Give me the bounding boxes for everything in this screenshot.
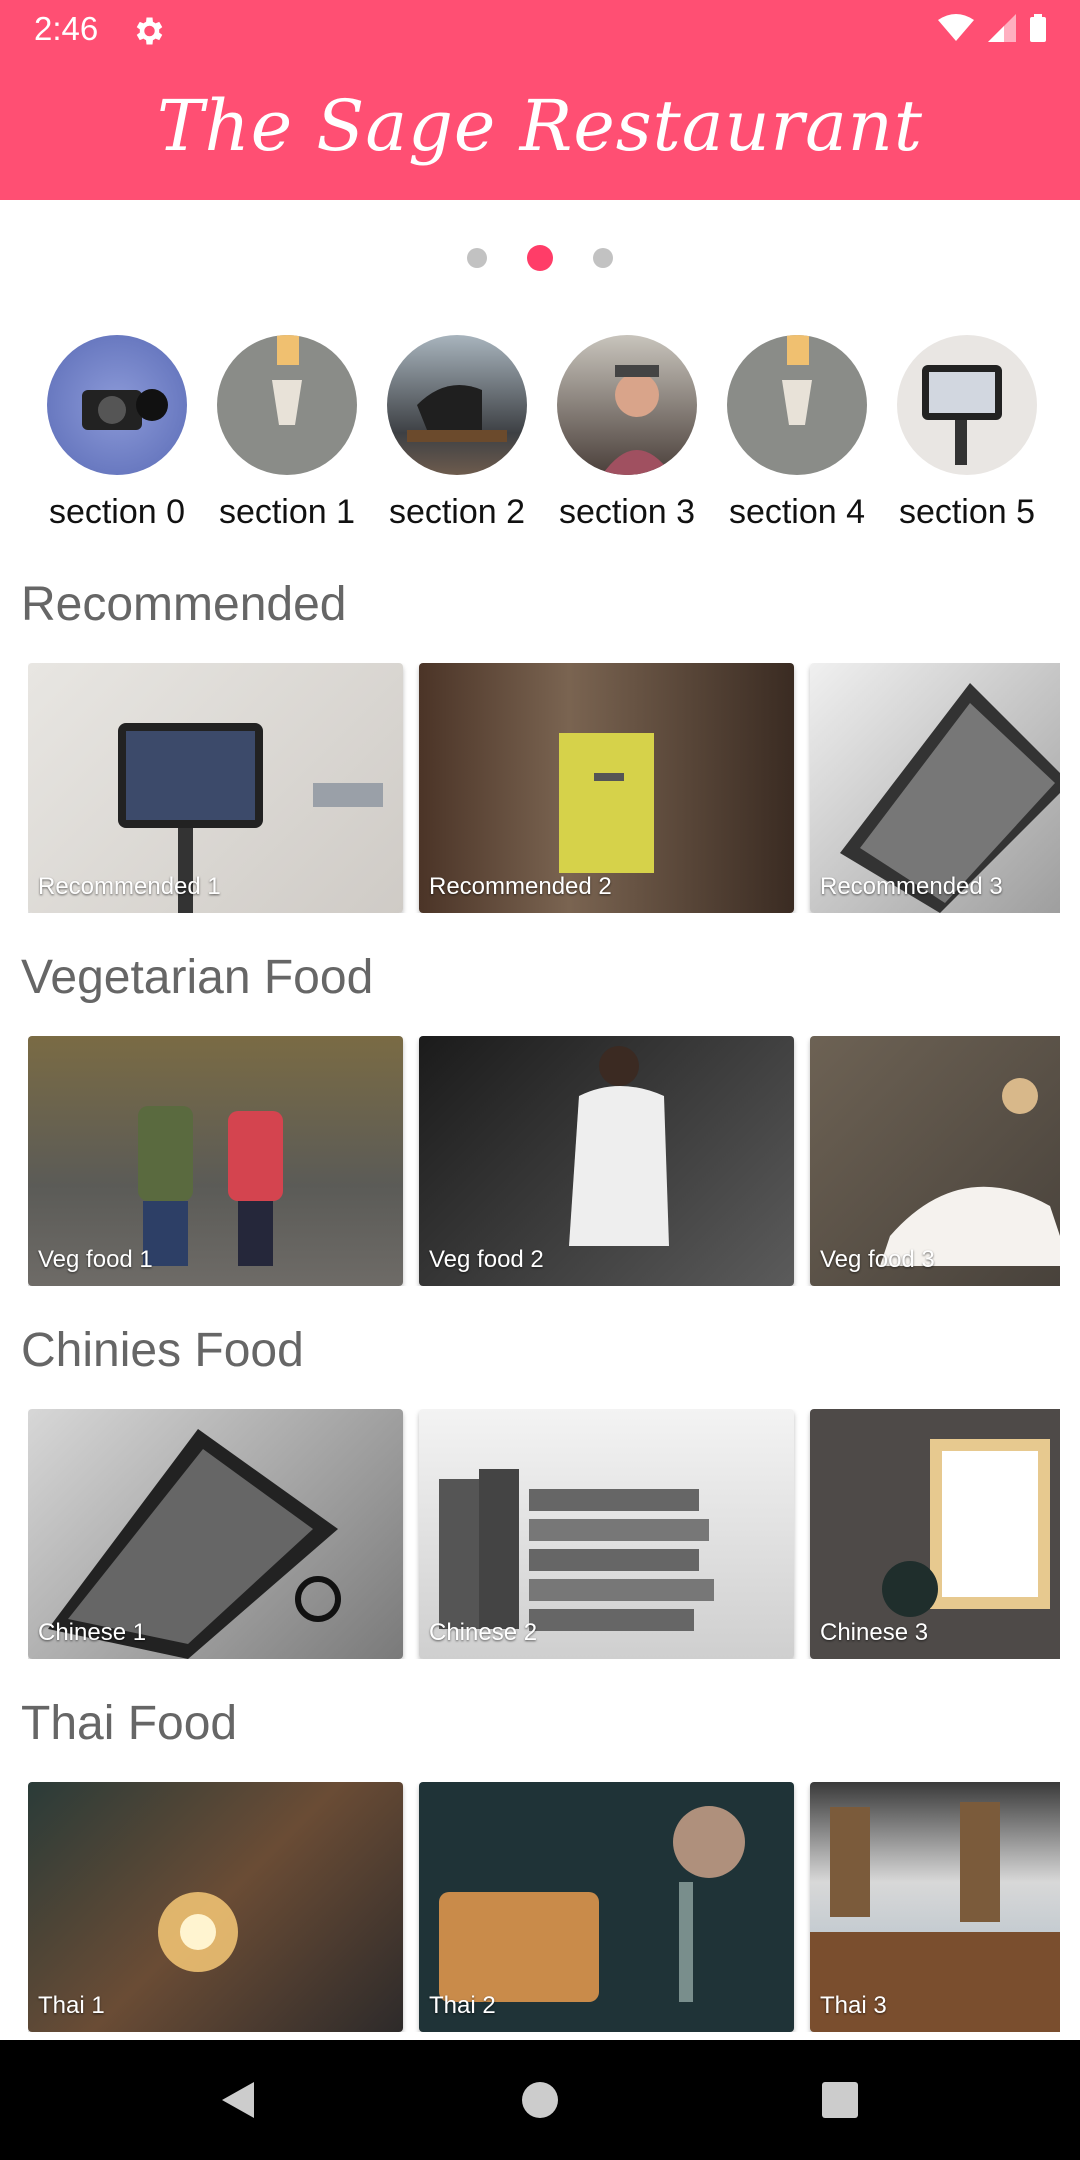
gear-icon xyxy=(136,17,163,45)
app-title: The Sage Restaurant xyxy=(156,85,924,167)
sections-row[interactable]: section 0 section 1 section 2 section 3 … xyxy=(32,335,1080,545)
section-avatar xyxy=(387,335,527,475)
section-label: section 0 xyxy=(48,493,186,531)
card-caption: Veg food 2 xyxy=(429,1246,544,1273)
food-card[interactable]: Chinese 3 xyxy=(810,1409,1060,1659)
section-item[interactable]: section 2 xyxy=(372,335,542,532)
category-title: Recommended xyxy=(21,578,347,631)
card-caption: Recommended 2 xyxy=(429,873,612,900)
card-row[interactable]: Veg food 1 Veg food 2 Veg food 3 xyxy=(28,1036,1060,1286)
section-item[interactable]: section 0 xyxy=(32,335,202,532)
food-card[interactable]: Recommended 3 xyxy=(810,663,1060,913)
food-card[interactable]: Recommended 1 xyxy=(28,663,403,913)
carousel-dot[interactable] xyxy=(593,248,613,268)
food-card[interactable]: Thai 3 xyxy=(810,1782,1060,2032)
section-avatar xyxy=(557,335,697,475)
carousel-dot[interactable] xyxy=(467,248,487,268)
wifi-icon xyxy=(938,14,974,41)
status-time: 2:46 xyxy=(34,10,99,47)
navigation-bar xyxy=(0,2040,1080,2160)
card-caption: Recommended 3 xyxy=(820,873,1003,900)
section-item[interactable]: section 3 xyxy=(542,335,712,532)
card-caption: Thai 1 xyxy=(38,1992,105,2019)
food-card[interactable]: Recommended 2 xyxy=(419,663,794,913)
food-card[interactable]: Veg food 1 xyxy=(28,1036,403,1286)
section-label: section 5 xyxy=(898,493,1036,531)
category-title: Thai Food xyxy=(21,1697,238,1750)
food-card[interactable]: Thai 2 xyxy=(419,1782,794,2032)
status-bar: 2:46 xyxy=(0,0,1080,63)
status-icons xyxy=(938,14,1046,42)
section-avatar xyxy=(47,335,187,475)
section-label: section 1 xyxy=(218,493,356,531)
card-caption: Recommended 1 xyxy=(38,873,221,900)
carousel-indicator xyxy=(0,245,1080,271)
card-caption: Chinese 3 xyxy=(820,1619,929,1646)
recents-icon[interactable] xyxy=(822,2082,858,2118)
battery-icon xyxy=(1030,14,1046,42)
section-item[interactable]: section 4 xyxy=(712,335,882,532)
section-item[interactable]: section 1 xyxy=(202,335,372,532)
card-caption: Veg food 1 xyxy=(38,1246,153,1273)
food-card[interactable]: Chinese 1 xyxy=(28,1409,403,1659)
section-label: section 4 xyxy=(728,493,866,531)
category-title: Chinies Food xyxy=(21,1324,304,1377)
card-row[interactable]: Thai 1 Thai 2 Thai 3 xyxy=(28,1782,1060,2032)
section-label: section 2 xyxy=(388,493,526,531)
food-card[interactable]: Chinese 2 xyxy=(419,1409,794,1659)
food-card[interactable]: Thai 1 xyxy=(28,1782,403,2032)
card-caption: Chinese 2 xyxy=(429,1619,538,1646)
carousel-dot-active[interactable] xyxy=(527,245,553,271)
section-item[interactable]: section 5 xyxy=(882,335,1052,532)
section-label: section 3 xyxy=(558,493,696,531)
app-bar: The Sage Restaurant xyxy=(0,63,1080,200)
section-avatar xyxy=(217,335,357,475)
home-icon[interactable] xyxy=(522,2082,558,2118)
food-card[interactable]: Veg food 2 xyxy=(419,1036,794,1286)
card-caption: Thai 2 xyxy=(429,1992,496,2019)
card-row[interactable]: Chinese 1 Chinese 2 Chinese 3 xyxy=(28,1409,1060,1659)
signal-icon xyxy=(988,14,1016,42)
category-title: Vegetarian Food xyxy=(21,951,374,1004)
card-caption: Chinese 1 xyxy=(38,1619,147,1646)
section-avatar xyxy=(727,335,867,475)
back-icon[interactable] xyxy=(222,2082,254,2118)
card-caption: Veg food 3 xyxy=(820,1246,935,1273)
card-row[interactable]: Recommended 1 Recommended 2 Recommended … xyxy=(28,663,1060,913)
card-caption: Thai 3 xyxy=(820,1992,887,2019)
food-card[interactable]: Veg food 3 xyxy=(810,1036,1060,1286)
section-avatar xyxy=(897,335,1037,475)
